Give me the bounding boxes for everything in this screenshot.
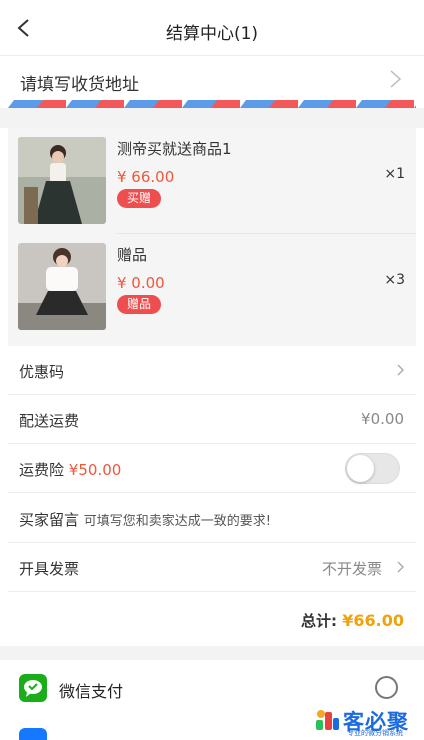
payment-label: 微信支付 <box>59 682 124 701</box>
insurance-amount: ¥50.00 <box>68 461 122 479</box>
promo-badge: 买赠 <box>117 189 162 208</box>
product-name: 赠品 <box>117 246 148 264</box>
total-amount: ¥66.00 <box>342 611 404 630</box>
shipping-row: 配送运费 ¥0.00 <box>8 395 416 444</box>
order-total: 总计: ¥66.00 <box>301 610 404 631</box>
coupon-row[interactable]: 优惠码 <box>8 346 416 395</box>
wechat-pay-icon <box>19 674 47 702</box>
address-prompt: 请填写收货地址 <box>20 75 139 95</box>
invoice-label: 开具发票 <box>19 560 80 578</box>
insurance-label: 运费险 ¥50.00 <box>19 459 121 480</box>
order-options: 优惠码 配送运费 ¥0.00 运费险 ¥50.00 买家留言 可填写您和卖家达成… <box>8 346 416 632</box>
goods-item[interactable]: 赠品 ¥ 0.00 赠品 ×3 <box>8 234 416 339</box>
goods-item[interactable]: 测帝买就送商品1 ¥ 66.00 买赠 ×1 <box>8 128 416 233</box>
chevron-right-icon <box>397 561 404 573</box>
message-row[interactable]: 买家留言 可填写您和卖家达成一致的要求! <box>8 494 416 543</box>
toggle-knob <box>347 455 374 482</box>
product-price: ¥ 66.00 <box>117 168 175 186</box>
chevron-right-icon <box>390 70 402 88</box>
message-title: 买家留言 <box>19 511 80 529</box>
insurance-row: 运费险 ¥50.00 <box>8 444 416 493</box>
invoice-row[interactable]: 开具发票 不开发票 <box>8 543 416 592</box>
section-gap <box>0 646 424 660</box>
message-input[interactable]: 可填写您和卖家达成一致的要求! <box>84 514 271 529</box>
address-row[interactable]: 请填写收货地址 <box>0 56 424 100</box>
product-image <box>18 243 106 330</box>
shipping-label: 配送运费 <box>19 412 80 430</box>
product-quantity: ×1 <box>384 166 405 182</box>
shipping-fee: ¥0.00 <box>361 410 404 428</box>
chevron-right-icon <box>397 364 404 376</box>
watermark-logo: 客必聚 专业的微分销系统 <box>310 702 424 740</box>
alipay-icon <box>19 728 47 740</box>
insurance-title: 运费险 <box>19 461 65 479</box>
checkout-page: 结算中心(1) 请填写收货地址 测帝买就送商品1 ¥ 66.00 买赠 ×1 赠… <box>0 0 424 740</box>
coupon-label: 优惠码 <box>19 363 65 381</box>
section-gap <box>0 108 424 128</box>
insurance-toggle[interactable] <box>345 453 400 484</box>
watermark-subtitle: 专业的微分销系统 <box>347 729 403 737</box>
page-title: 结算中心(1) <box>165 24 259 44</box>
product-quantity: ×3 <box>384 272 405 288</box>
brand-logo-icon <box>316 710 339 730</box>
invoice-value: 不开发票 <box>321 560 382 578</box>
gift-badge: 赠品 <box>117 295 162 314</box>
product-name: 测帝买就送商品1 <box>117 140 232 158</box>
product-image <box>18 137 106 224</box>
payment-radio[interactable] <box>375 676 398 699</box>
product-price: ¥ 0.00 <box>117 274 165 292</box>
goods-list: 测帝买就送商品1 ¥ 66.00 买赠 ×1 赠品 ¥ 0.00 赠品 ×3 <box>8 128 416 346</box>
envelope-stripe-decoration <box>8 100 416 108</box>
top-bar: 结算中心(1) <box>0 0 424 56</box>
message-label: 买家留言 可填写您和卖家达成一致的要求! <box>19 509 271 530</box>
total-label: 总计: <box>301 612 338 630</box>
